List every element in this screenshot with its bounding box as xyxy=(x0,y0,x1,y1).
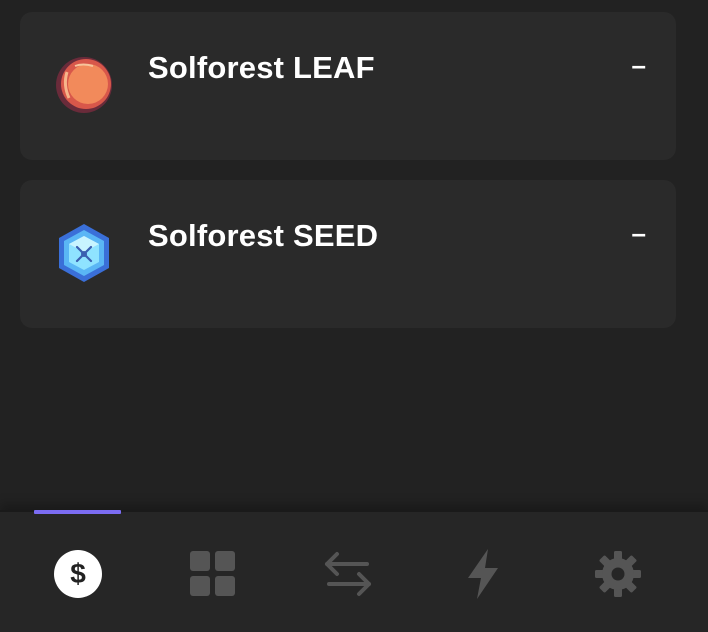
token-row-seed[interactable]: Solforest SEED – xyxy=(20,180,676,328)
dollar-icon: $ xyxy=(54,550,102,598)
nav-tab-activity[interactable] xyxy=(455,546,511,602)
nav-tab-swap[interactable] xyxy=(320,546,376,602)
nav-tab-settings[interactable] xyxy=(590,546,646,602)
active-tab-indicator xyxy=(34,510,121,514)
nav-tab-collectibles[interactable] xyxy=(185,546,241,602)
token-list: Solforest LEAF – Solforest SEED – xyxy=(20,12,676,348)
token-name: Solforest LEAF xyxy=(148,50,375,85)
leaf-coin-icon xyxy=(53,54,115,116)
bottom-nav: $ xyxy=(0,510,708,632)
token-balance: – xyxy=(631,50,646,80)
nav-tab-balances[interactable]: $ xyxy=(50,546,106,602)
lightning-icon xyxy=(466,549,500,599)
wallet-app: Solforest LEAF – Solforest SEED – $ xyxy=(0,0,708,632)
swap-arrows-icon xyxy=(323,550,373,598)
grid-icon xyxy=(190,551,236,597)
token-name: Solforest SEED xyxy=(148,218,379,253)
seed-gem-icon xyxy=(53,222,115,284)
token-balance: – xyxy=(631,218,646,248)
svg-text:$: $ xyxy=(70,558,86,589)
token-row-leaf[interactable]: Solforest LEAF – xyxy=(20,12,676,160)
gear-icon xyxy=(594,550,642,598)
